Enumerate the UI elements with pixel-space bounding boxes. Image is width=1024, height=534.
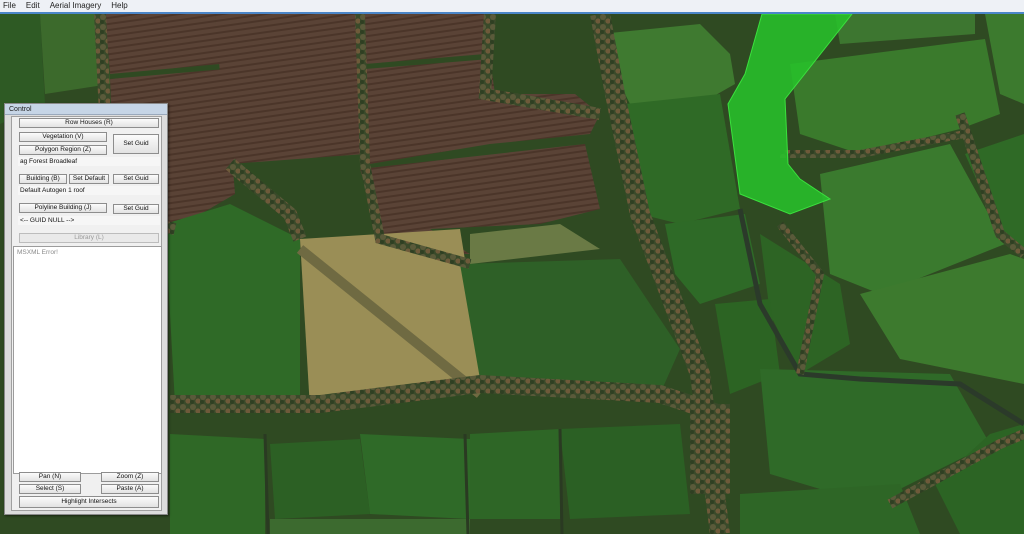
library-button[interactable]: Library (L): [19, 233, 159, 243]
set-guid-polyline-button[interactable]: Set Guid: [113, 204, 159, 214]
set-guid-building-button[interactable]: Set Guid: [113, 174, 159, 184]
building-button[interactable]: Building (B): [19, 174, 67, 184]
row-houses-button[interactable]: Row Houses (R): [19, 118, 159, 128]
zoom-button[interactable]: Zoom (Z): [101, 472, 159, 482]
menu-edit[interactable]: Edit: [22, 0, 46, 12]
polyline-building-button[interactable]: Polyline Building (J): [19, 203, 107, 213]
vegetation-value-field: ag Forest Broadleaf: [18, 157, 160, 166]
guid-value-field: <-- GUID NULL -->: [18, 216, 160, 225]
paste-button[interactable]: Paste (A): [101, 484, 159, 494]
pan-button[interactable]: Pan (N): [19, 472, 81, 482]
menu-help[interactable]: Help: [107, 0, 133, 12]
polygon-region-button[interactable]: Polygon Region (Z): [19, 145, 107, 155]
control-panel: Control Row Houses (R) Vegetation (V) Se…: [4, 103, 168, 515]
vegetation-button[interactable]: Vegetation (V): [19, 132, 107, 142]
set-guid-vegetation-button[interactable]: Set Guid: [113, 134, 159, 154]
output-text-area[interactable]: MSXML Error!: [13, 246, 162, 474]
select-button[interactable]: Select (S): [19, 484, 81, 494]
control-panel-title[interactable]: Control: [5, 104, 167, 115]
highlight-intersects-button[interactable]: Highlight Intersects: [19, 496, 159, 508]
set-default-button[interactable]: Set Default: [69, 174, 109, 184]
output-text: MSXML Error!: [17, 249, 58, 256]
menu-aerial-imagery[interactable]: Aerial Imagery: [46, 0, 108, 12]
building-value-field: Default Autogen 1 roof: [18, 186, 160, 195]
menu-file[interactable]: File: [0, 0, 22, 12]
